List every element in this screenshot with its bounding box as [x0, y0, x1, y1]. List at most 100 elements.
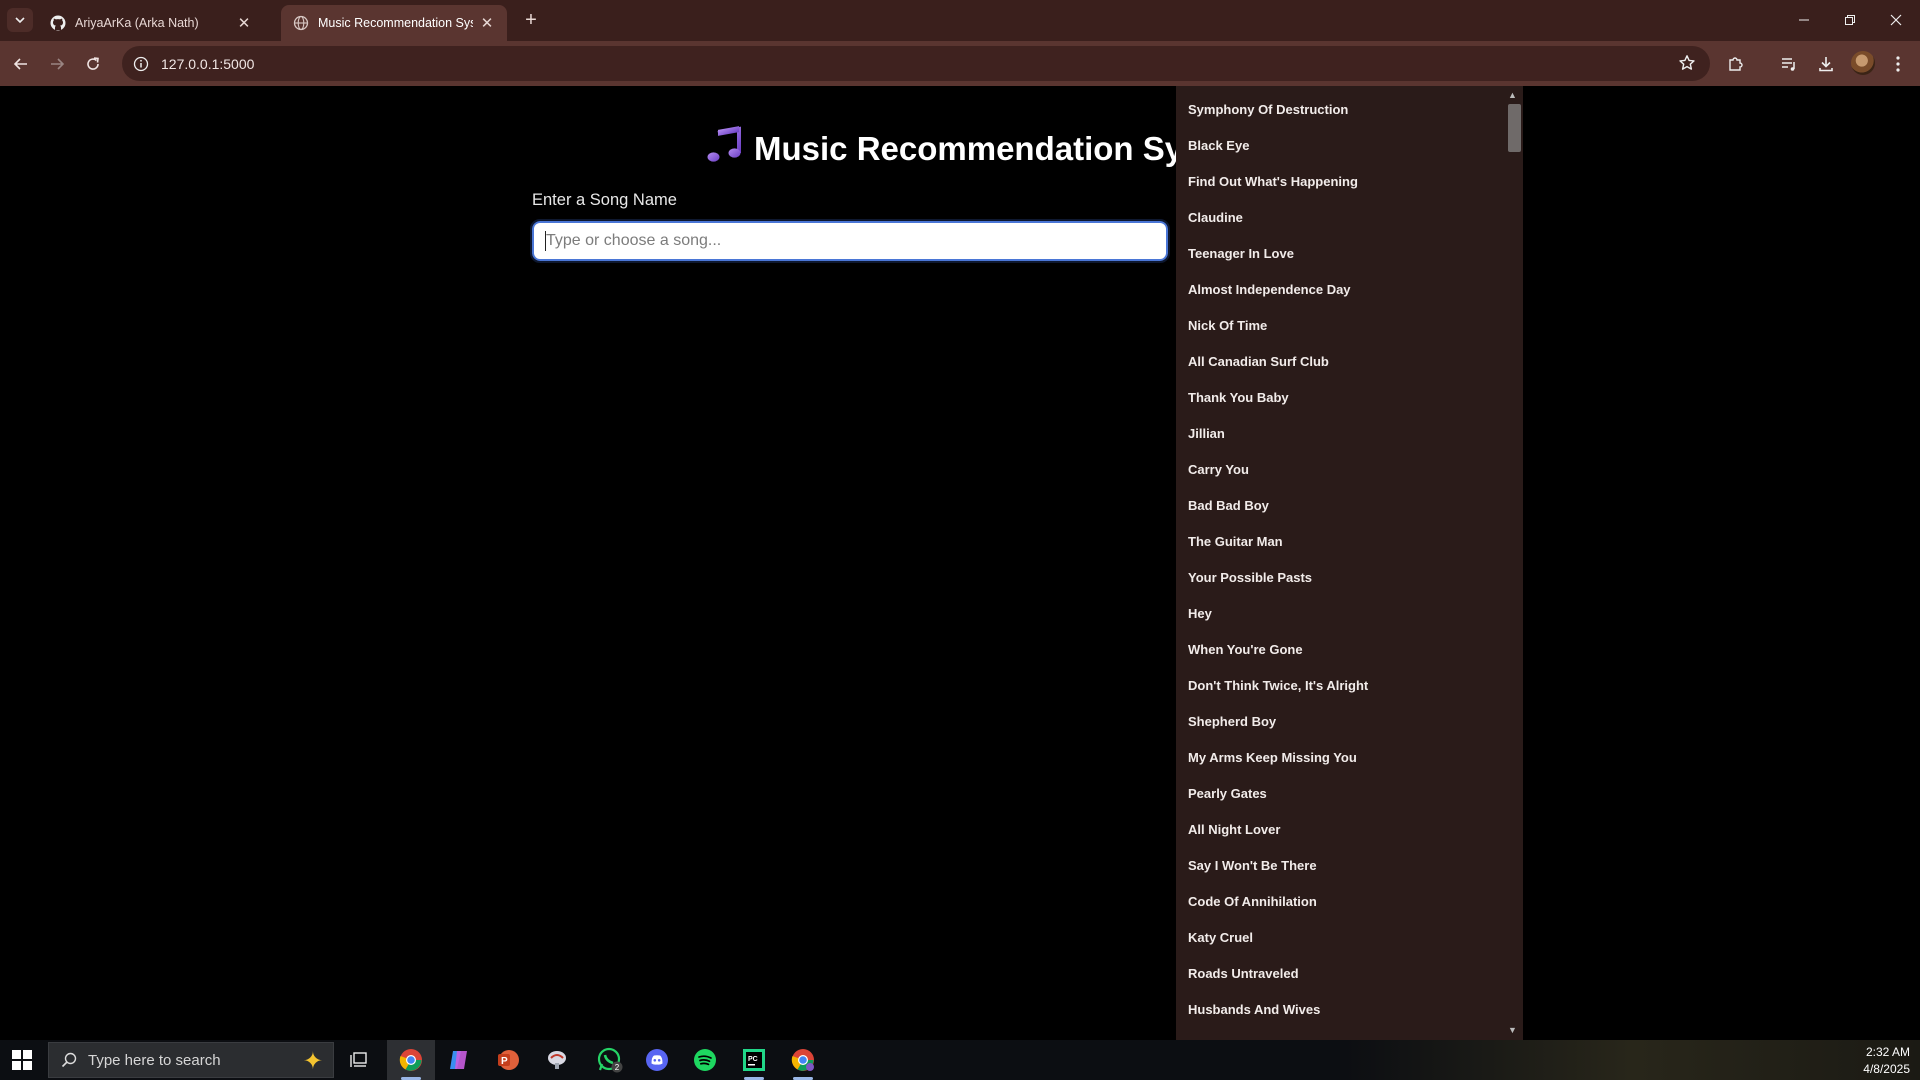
profile-avatar[interactable]	[1851, 51, 1875, 75]
scroll-down-arrow-icon[interactable]: ▼	[1508, 1025, 1517, 1035]
taskbar-search-box[interactable]: Type here to search ✦	[48, 1042, 334, 1078]
copilot-icon	[450, 1051, 467, 1069]
taskbar-discord-app[interactable]	[633, 1040, 681, 1080]
playlist-icon	[1782, 58, 1795, 71]
reload-icon	[87, 57, 99, 70]
whatsapp-badge: 2	[615, 1063, 620, 1072]
song-option[interactable]: Husbands And Wives	[1176, 992, 1523, 1028]
chrome-icon	[399, 1049, 422, 1071]
song-option[interactable]: Hey	[1176, 596, 1523, 632]
minimize-icon	[1799, 19, 1809, 21]
tab-title: AriyaArKa (Arka Nath)	[75, 16, 199, 30]
tab-github[interactable]: AriyaArKa (Arka Nath) ✕	[38, 5, 264, 41]
song-option[interactable]: Carry You	[1176, 452, 1523, 488]
song-option[interactable]: Teenager In Love	[1176, 236, 1523, 272]
taskbar-spotify-app[interactable]	[681, 1040, 729, 1080]
close-icon	[1890, 14, 1902, 26]
taskbar-powerpoint-app[interactable]: P	[484, 1040, 532, 1080]
more-vertical-icon	[1896, 56, 1900, 72]
song-suggestions-dropdown[interactable]: Symphony Of Destruction Black Eye Find Out…	[1176, 86, 1523, 1040]
address-url: 127.0.0.1:5000	[161, 55, 255, 72]
system-clock[interactable]: 2:32 AM 4/8/2025	[1863, 1044, 1910, 1078]
bookmark-star-icon[interactable]	[1678, 54, 1696, 77]
puzzle-icon	[1729, 57, 1743, 71]
site-info-icon[interactable]	[131, 56, 151, 72]
song-option[interactable]: When You're Gone	[1176, 632, 1523, 668]
back-button[interactable]	[8, 51, 34, 77]
song-search-input[interactable]	[530, 219, 1170, 263]
tab-music-recommendation[interactable]: Music Recommendation System ✕	[281, 5, 507, 41]
music-note-icon	[706, 126, 744, 172]
minimize-button[interactable]	[1781, 0, 1827, 40]
download-icon	[1819, 57, 1833, 72]
song-option[interactable]: The Guitar Man	[1176, 524, 1523, 560]
search-icon	[61, 1052, 77, 1068]
song-option[interactable]: Code Of Annihilation	[1176, 884, 1523, 920]
close-window-button[interactable]	[1873, 0, 1919, 40]
extensions-button[interactable]	[1723, 51, 1749, 77]
song-option[interactable]: Your Possible Pasts	[1176, 560, 1523, 596]
song-option[interactable]: Pearly Gates	[1176, 776, 1523, 812]
task-view-button[interactable]	[336, 1040, 384, 1080]
browser-toolbar: 127.0.0.1:5000	[0, 41, 1920, 86]
song-option[interactable]: Claudine	[1176, 200, 1523, 236]
globe-icon	[293, 15, 309, 31]
discord-icon	[646, 1049, 668, 1071]
song-option[interactable]: Shepherd Boy	[1176, 704, 1523, 740]
scroll-up-arrow-icon[interactable]: ▲	[1508, 90, 1517, 100]
song-option[interactable]: My Arms Keep Missing You	[1176, 740, 1523, 776]
tab-search-button[interactable]	[7, 8, 33, 32]
song-option[interactable]: Black Eye	[1176, 128, 1523, 164]
song-option[interactable]: Katy Cruel	[1176, 920, 1523, 956]
new-tab-button[interactable]: +	[519, 8, 543, 32]
browser-tab-strip: AriyaArKa (Arka Nath) ✕ Music Recommenda…	[0, 0, 1920, 41]
song-option[interactable]: Find Out What's Happening	[1176, 164, 1523, 200]
song-option[interactable]: Thank You Baby	[1176, 380, 1523, 416]
taskbar-pycharm-app[interactable]: PC	[730, 1040, 778, 1080]
song-suggestions-list: Symphony Of Destruction Black Eye Find Out…	[1176, 86, 1523, 1028]
address-bar[interactable]: 127.0.0.1:5000	[122, 46, 1710, 81]
task-view-icon	[350, 1052, 367, 1067]
reload-button[interactable]	[80, 51, 106, 77]
powerpoint-icon: P	[498, 1050, 519, 1070]
arrow-left-icon	[13, 58, 27, 70]
media-control-button[interactable]	[1776, 51, 1802, 77]
restore-button[interactable]	[1827, 0, 1873, 40]
song-option[interactable]: Bad Bad Boy	[1176, 488, 1523, 524]
taskbar-app-5[interactable]	[533, 1040, 581, 1080]
song-option[interactable]: Say I Won't Be There	[1176, 848, 1523, 884]
browser-menu-button[interactable]	[1885, 51, 1911, 77]
song-option[interactable]: All Canadian Surf Club	[1176, 344, 1523, 380]
text-cursor	[545, 231, 546, 251]
dropdown-scrollbar[interactable]	[1506, 86, 1521, 1040]
taskbar-copilot-app[interactable]	[435, 1040, 483, 1080]
close-tab-icon[interactable]: ✕	[236, 15, 252, 32]
song-option[interactable]: Jillian	[1176, 416, 1523, 452]
windows-start-button[interactable]	[12, 1050, 32, 1070]
taskbar-search-placeholder: Type here to search	[88, 1051, 221, 1069]
forward-button[interactable]	[44, 51, 70, 77]
svg-text:PC: PC	[748, 1056, 758, 1063]
taskbar-chrome-app-2[interactable]	[779, 1040, 827, 1080]
sparkle-icon: ✦	[302, 1048, 323, 1075]
windows-taskbar: Type here to search ✦	[0, 1040, 1920, 1080]
scrollbar-thumb[interactable]	[1508, 104, 1521, 152]
tab-title: Music Recommendation System	[318, 16, 473, 30]
song-option[interactable]: Don't Think Twice, It's Alright	[1176, 668, 1523, 704]
song-option[interactable]: All Night Lover	[1176, 812, 1523, 848]
song-input-label: Enter a Song Name	[532, 191, 677, 209]
taskbar-whatsapp-app[interactable]: 2	[586, 1040, 634, 1080]
song-option[interactable]: Nick Of Time	[1176, 308, 1523, 344]
close-tab-icon[interactable]: ✕	[479, 15, 495, 32]
song-option[interactable]: Symphony Of Destruction	[1176, 92, 1523, 128]
brain-app-icon	[548, 1051, 566, 1069]
taskbar-chrome-app[interactable]	[387, 1040, 435, 1080]
clock-time: 2:32 AM	[1865, 1045, 1910, 1059]
song-option[interactable]: Almost Independence Day	[1176, 272, 1523, 308]
chrome-icon	[791, 1049, 814, 1071]
downloads-button[interactable]	[1813, 51, 1839, 77]
clock-date: 4/8/2025	[1863, 1062, 1910, 1076]
whatsapp-icon: 2	[597, 1047, 623, 1073]
chevron-down-icon	[15, 17, 25, 24]
song-option[interactable]: Roads Untraveled	[1176, 956, 1523, 992]
